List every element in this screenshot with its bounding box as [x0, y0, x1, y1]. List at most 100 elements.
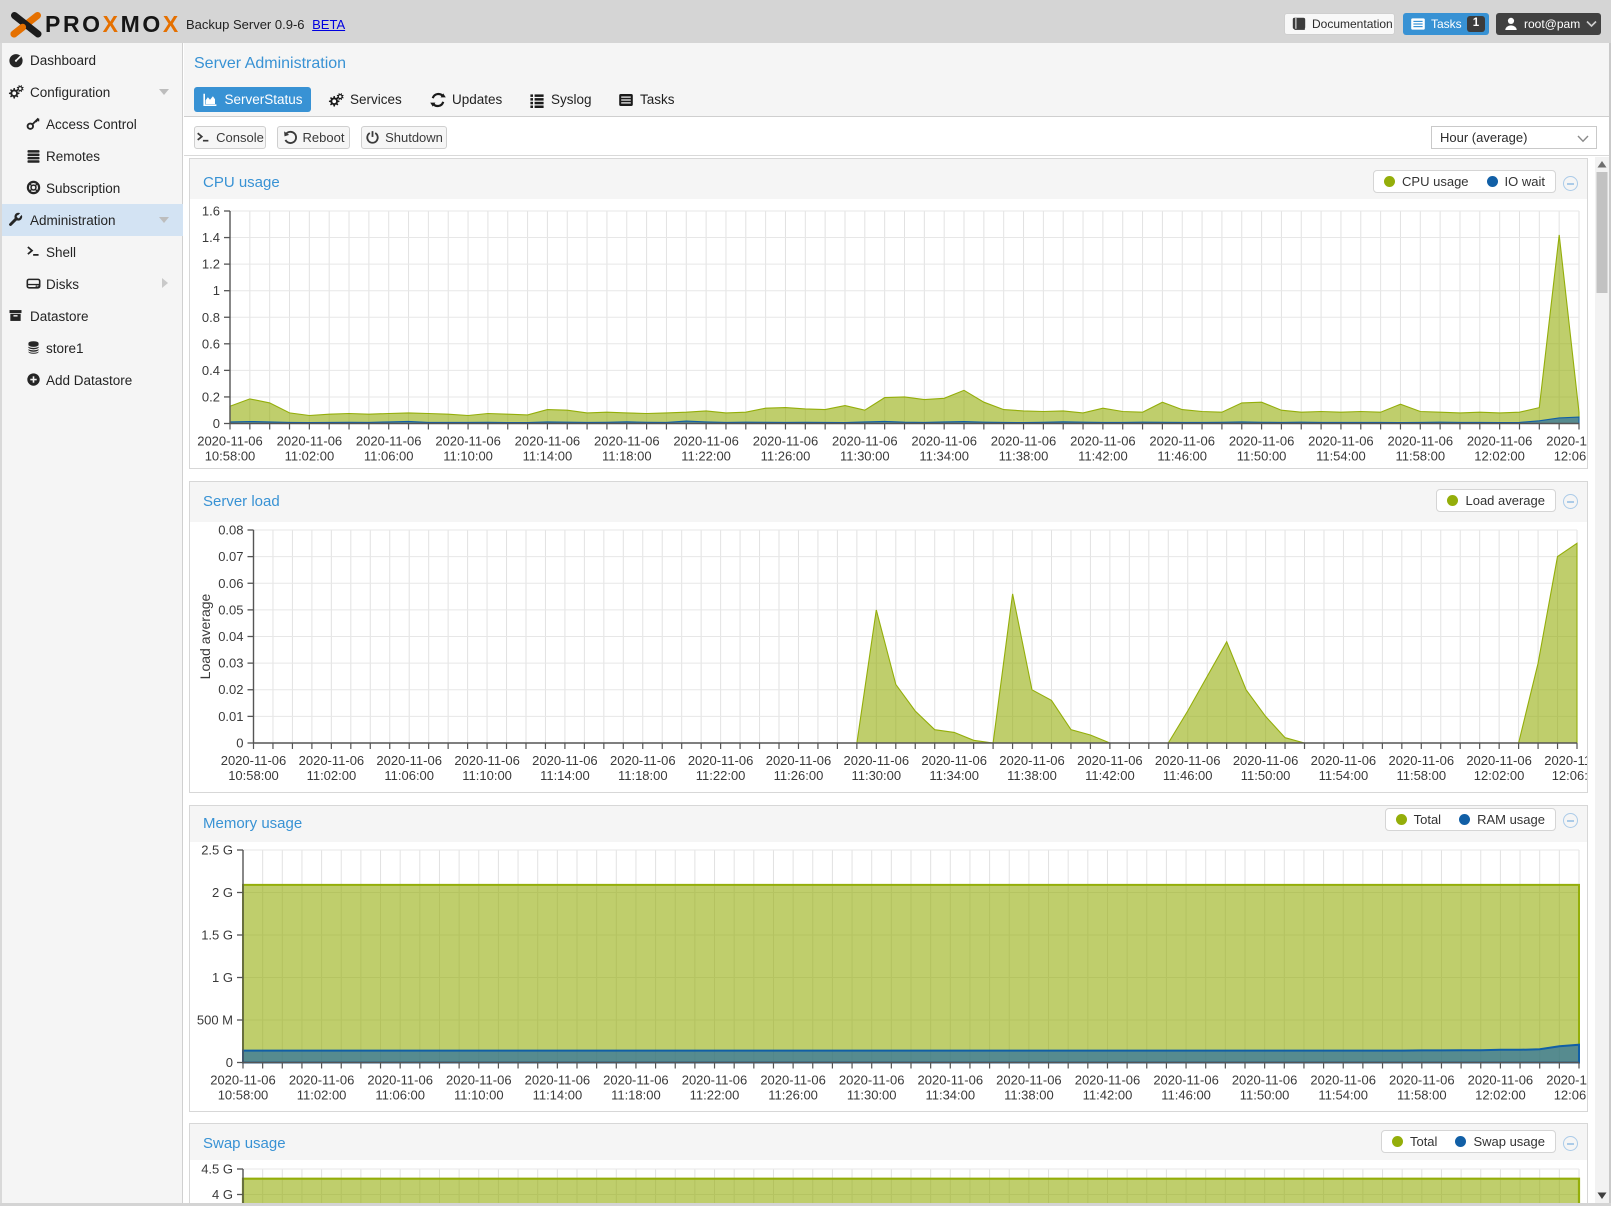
svg-text:2020-11-06: 2020-11-06 [1546, 434, 1587, 449]
svg-text:1.5 G: 1.5 G [201, 928, 233, 943]
svg-text:0: 0 [236, 736, 243, 751]
svg-text:11:38:00: 11:38:00 [1007, 768, 1057, 783]
svg-text:1 G: 1 G [212, 970, 233, 985]
svg-text:2020-11-06: 2020-11-06 [1070, 434, 1136, 449]
svg-text:2020-11-06: 2020-11-06 [446, 1073, 512, 1088]
svg-text:2020-11-06: 2020-11-06 [921, 753, 987, 768]
svg-text:11:10:00: 11:10:00 [454, 1088, 504, 1103]
svg-text:2020-11-06: 2020-11-06 [299, 753, 365, 768]
svg-text:11:42:00: 11:42:00 [1078, 449, 1128, 464]
svg-text:0.06: 0.06 [218, 576, 243, 591]
svg-text:2020-11-06: 2020-11-06 [454, 753, 520, 768]
svg-text:2020-11-06: 2020-11-06 [1544, 753, 1587, 768]
svg-text:11:22:00: 11:22:00 [681, 449, 731, 464]
svg-text:2020-11-06: 2020-11-06 [1389, 1073, 1455, 1088]
svg-text:11:06:00: 11:06:00 [375, 1088, 425, 1103]
svg-text:2020-11-06: 2020-11-06 [1153, 1073, 1219, 1088]
svg-text:2.5 G: 2.5 G [201, 843, 233, 858]
svg-text:2020-11-06: 2020-11-06 [844, 753, 910, 768]
svg-text:0.2: 0.2 [202, 389, 220, 404]
svg-text:2 G: 2 G [212, 885, 233, 900]
svg-text:2020-11-06: 2020-11-06 [1233, 753, 1299, 768]
svg-text:12:06:00: 12:06:00 [1552, 768, 1587, 783]
svg-text:2020-11-06: 2020-11-06 [367, 1073, 433, 1088]
svg-text:0.4: 0.4 [202, 363, 220, 378]
svg-text:0.8: 0.8 [202, 310, 220, 325]
svg-text:11:46:00: 11:46:00 [1157, 449, 1207, 464]
svg-text:1.4: 1.4 [202, 230, 220, 245]
svg-text:11:50:00: 11:50:00 [1241, 768, 1291, 783]
svg-text:12:02:00: 12:02:00 [1475, 1088, 1526, 1103]
svg-text:1: 1 [213, 283, 220, 298]
svg-text:11:22:00: 11:22:00 [690, 1088, 740, 1103]
svg-text:Load average: Load average [197, 593, 213, 679]
svg-text:2020-11-06: 2020-11-06 [356, 434, 422, 449]
svg-text:4.5 G: 4.5 G [201, 1162, 233, 1177]
svg-text:2020-11-06: 2020-11-06 [594, 434, 660, 449]
svg-text:2020-11-06: 2020-11-06 [1466, 753, 1532, 768]
svg-text:0.08: 0.08 [218, 523, 243, 538]
svg-text:11:42:00: 11:42:00 [1083, 1088, 1133, 1103]
svg-text:2020-11-06: 2020-11-06 [999, 753, 1065, 768]
svg-text:11:10:00: 11:10:00 [462, 768, 512, 783]
svg-text:1.6: 1.6 [202, 204, 220, 219]
svg-text:0.02: 0.02 [218, 682, 243, 697]
svg-text:2020-11-06: 2020-11-06 [1467, 434, 1533, 449]
svg-text:2020-11-06: 2020-11-06 [376, 753, 442, 768]
svg-text:0.07: 0.07 [218, 549, 243, 564]
svg-text:0.01: 0.01 [218, 709, 243, 724]
svg-text:2020-11-06: 2020-11-06 [1077, 753, 1143, 768]
svg-text:2020-11-06: 2020-11-06 [221, 753, 287, 768]
svg-text:11:46:00: 11:46:00 [1161, 1088, 1211, 1103]
svg-text:11:54:00: 11:54:00 [1318, 1088, 1368, 1103]
svg-text:0: 0 [226, 1055, 233, 1070]
svg-text:10:58:00: 10:58:00 [205, 449, 256, 464]
svg-text:11:26:00: 11:26:00 [768, 1088, 818, 1103]
svg-text:11:50:00: 11:50:00 [1237, 449, 1287, 464]
svg-text:0.05: 0.05 [218, 602, 243, 617]
svg-text:0: 0 [213, 416, 220, 431]
svg-text:2020-11-06: 2020-11-06 [435, 434, 501, 449]
svg-text:10:58:00: 10:58:00 [228, 768, 279, 783]
svg-text:2020-11-06: 2020-11-06 [766, 753, 832, 768]
svg-text:2020-11-06: 2020-11-06 [1232, 1073, 1298, 1088]
svg-text:11:06:00: 11:06:00 [384, 768, 434, 783]
svg-text:11:30:00: 11:30:00 [847, 1088, 897, 1103]
svg-text:11:06:00: 11:06:00 [364, 449, 414, 464]
svg-text:2020-11-06: 2020-11-06 [688, 753, 754, 768]
svg-text:2020-11-06: 2020-11-06 [911, 434, 977, 449]
svg-text:2020-11-06: 2020-11-06 [673, 434, 739, 449]
svg-text:1.2: 1.2 [202, 257, 220, 272]
svg-text:2020-11-06: 2020-11-06 [1311, 753, 1377, 768]
svg-text:11:02:00: 11:02:00 [285, 449, 335, 464]
svg-text:11:50:00: 11:50:00 [1240, 1088, 1290, 1103]
svg-text:2020-11-06: 2020-11-06 [277, 434, 343, 449]
svg-text:2020-11-06: 2020-11-06 [1149, 434, 1215, 449]
svg-text:2020-11-06: 2020-11-06 [1229, 434, 1295, 449]
svg-text:2020-11-06: 2020-11-06 [1468, 1073, 1534, 1088]
svg-text:11:02:00: 11:02:00 [297, 1088, 347, 1103]
svg-text:12:02:00: 12:02:00 [1474, 449, 1525, 464]
svg-text:11:58:00: 11:58:00 [1396, 768, 1446, 783]
svg-text:11:26:00: 11:26:00 [774, 768, 824, 783]
svg-text:2020-11-06: 2020-11-06 [1389, 753, 1455, 768]
svg-text:2020-11-06: 2020-11-06 [1155, 753, 1221, 768]
svg-text:2020-11-06: 2020-11-06 [210, 1073, 276, 1088]
svg-text:2020-11-06: 2020-11-06 [197, 434, 263, 449]
svg-text:11:14:00: 11:14:00 [540, 768, 590, 783]
svg-text:2020-11-06: 2020-11-06 [532, 753, 598, 768]
svg-text:11:10:00: 11:10:00 [443, 449, 493, 464]
svg-text:2020-11-06: 2020-11-06 [918, 1073, 984, 1088]
svg-text:11:30:00: 11:30:00 [851, 768, 901, 783]
svg-text:12:02:00: 12:02:00 [1474, 768, 1525, 783]
svg-text:0.03: 0.03 [218, 656, 243, 671]
svg-text:11:58:00: 11:58:00 [1395, 449, 1445, 464]
svg-text:2020-11-06: 2020-11-06 [991, 434, 1057, 449]
svg-text:2020-11-06: 2020-11-06 [1310, 1073, 1376, 1088]
svg-text:2020-11-06: 2020-11-06 [753, 434, 819, 449]
svg-text:11:18:00: 11:18:00 [602, 449, 652, 464]
svg-text:11:26:00: 11:26:00 [761, 449, 811, 464]
svg-text:2020-11-06: 2020-11-06 [996, 1073, 1062, 1088]
svg-text:11:38:00: 11:38:00 [1004, 1088, 1054, 1103]
svg-text:11:58:00: 11:58:00 [1397, 1088, 1447, 1103]
